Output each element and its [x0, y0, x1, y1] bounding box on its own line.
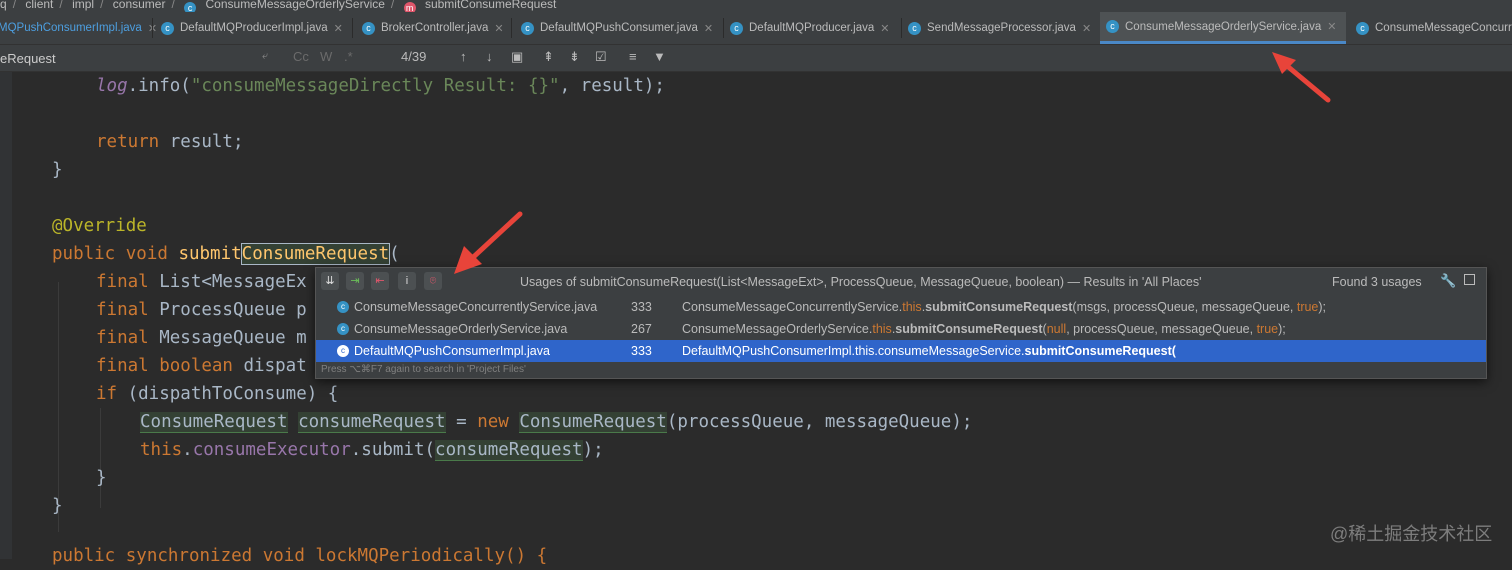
search-input[interactable] [0, 45, 290, 71]
close-icon[interactable]: ✕ [1327, 20, 1336, 33]
class-icon: c [521, 21, 534, 35]
tab-consumemessageconcurrently[interactable]: c ConsumeMessageConcurr [1350, 12, 1512, 44]
breadcrumb-item[interactable]: client [25, 0, 53, 11]
annotation-arrow [454, 211, 523, 274]
popup-hint: Press ⌥⌘F7 again to search in 'Project F… [321, 364, 526, 375]
show-read-access-icon[interactable]: ⇥ [346, 272, 364, 290]
class-icon: c [908, 21, 921, 35]
class-icon: c [1356, 21, 1369, 35]
breadcrumb-item[interactable]: consumer [113, 0, 166, 11]
watermark: @稀土掘金技术社区 [1330, 524, 1493, 544]
class-icon: c [161, 21, 174, 35]
code-line: @Override [52, 216, 147, 236]
tab-label: DefaultMQProducer.java [749, 22, 875, 34]
code-line: if (dispathToConsume) { [96, 384, 339, 404]
close-icon[interactable]: ✕ [704, 22, 713, 35]
tab-defaultmqproducerimpl[interactable]: c DefaultMQProducerImpl.java ✕ [155, 12, 355, 44]
tab-label: DefaultMQProducerImpl.java [180, 22, 328, 34]
show-filter-popup-icon[interactable]: ≡ [629, 49, 637, 64]
tab-label: ConsumeMessageOrderlyService.java [1125, 20, 1322, 33]
usage-file: ConsumeMessageOrderlyService.java [354, 322, 568, 336]
popup-title: Usages of submitConsumeRequest(List<Mess… [520, 275, 1202, 289]
code-line: final ProcessQueue p [96, 300, 307, 320]
usage-row[interactable]: c ConsumeMessageOrderlyService.java 267 … [316, 318, 1486, 340]
tab-label: DefaultMQPushConsumer.java [540, 22, 698, 34]
usage-line-number: 267 [631, 322, 652, 336]
breadcrumb: q / client / impl / consumer / c ConsumeMess… [0, 0, 1512, 12]
usage-line-number: 333 [631, 344, 652, 358]
search-history-icon[interactable]: ⤶ [262, 50, 268, 63]
tab-mqpushconsumerimpl[interactable]: MQPushConsumerImpl.java✕ [0, 12, 157, 44]
tab-sendmessageprocessor[interactable]: c SendMessageProcessor.java ✕ [902, 12, 1098, 44]
code-line: } [96, 468, 107, 488]
breadcrumb-item[interactable]: impl [72, 0, 94, 11]
regex-toggle[interactable]: .* [344, 49, 353, 64]
breadcrumb-item[interactable]: ConsumeMessageOrderlyService [206, 0, 385, 11]
open-in-tool-window-icon[interactable] [1464, 274, 1475, 285]
class-icon: c [730, 21, 743, 35]
match-case-toggle[interactable]: Cc [293, 49, 309, 64]
close-icon[interactable]: ✕ [334, 22, 343, 35]
usage-snippet: ConsumeMessageOrderlyService.this.submit… [682, 322, 1286, 336]
select-all-icon[interactable]: ☑ [595, 49, 607, 65]
breadcrumb-item[interactable]: q [0, 0, 7, 11]
code-line: final boolean dispat [96, 356, 307, 376]
class-icon: c [337, 323, 349, 335]
code-line: final List<MessageEx [96, 272, 307, 292]
code-line: } [52, 160, 63, 180]
code-line: public void submitConsumeRequest( [52, 243, 400, 265]
add-occurrence-icon[interactable]: ⇞ [543, 49, 554, 65]
tab-brokercontroller[interactable]: c BrokerController.java ✕ [356, 12, 512, 44]
show-import-statements-icon[interactable]: i [398, 272, 416, 290]
tab-label: BrokerController.java [381, 22, 489, 34]
usage-row[interactable]: c ConsumeMessageConcurrentlyService.java… [316, 296, 1486, 318]
code-line: this.consumeExecutor.submit(consumeReque… [140, 440, 604, 461]
tab-consumemessageorderlyservice[interactable]: c ConsumeMessageOrderlyService.java ✕ [1100, 12, 1346, 44]
select-all-occurrences-icon[interactable]: ▣ [511, 49, 523, 65]
usage-row-selected[interactable]: c DefaultMQPushConsumerImpl.java 333 Def… [316, 340, 1486, 362]
tab-defaultmqpushconsumer[interactable]: c DefaultMQPushConsumer.java ✕ [515, 12, 723, 44]
search-result-count: 4/39 [401, 49, 427, 64]
usage-line-number: 333 [631, 300, 652, 314]
usage-snippet: ConsumeMessageConcurrentlyService.this.s… [682, 300, 1327, 314]
close-icon[interactable]: ✕ [494, 22, 503, 35]
usage-snippet: DefaultMQPushConsumerImpl.this.consumeMe… [682, 344, 1176, 358]
code-line: log.info("consumeMessageDirectly Result:… [96, 76, 665, 96]
code-line: final MessageQueue m [96, 328, 307, 348]
previous-occurrence-icon[interactable]: ↑ [460, 49, 467, 64]
class-icon: c [1106, 20, 1119, 33]
tab-label: MQPushConsumerImpl.java [0, 22, 142, 34]
search-match-highlight: ConsumeRequest [240, 243, 391, 265]
class-icon: c [337, 345, 349, 357]
tab-label: ConsumeMessageConcurr [1375, 22, 1512, 34]
whole-words-toggle[interactable]: W [320, 49, 332, 64]
method-icon: m [403, 2, 416, 12]
code-line: return result; [96, 132, 244, 152]
show-write-access-icon[interactable]: ⇤ [371, 272, 389, 290]
close-icon[interactable]: ✕ [1082, 22, 1091, 35]
usage-file: ConsumeMessageConcurrentlyService.java [354, 300, 598, 314]
usage-file: DefaultMQPushConsumerImpl.java [354, 344, 550, 358]
close-icon[interactable]: ✕ [880, 22, 889, 35]
merge-usages-icon[interactable]: ⇊ [321, 272, 339, 290]
tab-label: SendMessageProcessor.java [927, 22, 1076, 34]
next-occurrence-icon[interactable]: ↓ [486, 49, 493, 64]
find-usages-popup: ⇊ ⇥ ⇤ i ⌾ Usages of submitConsumeRequest… [315, 267, 1487, 379]
wrench-icon[interactable]: 🔧 [1440, 273, 1456, 289]
filter-icon[interactable]: ▼ [653, 49, 666, 64]
code-line: ConsumeRequest consumeRequest = new Cons… [140, 412, 973, 433]
class-icon: c [184, 2, 197, 12]
editor-tab-bar: MQPushConsumerImpl.java✕ cDefaultMQProdu… [0, 12, 1512, 45]
tab-defaultmqproducer[interactable]: c DefaultMQProducer.java ✕ [724, 12, 902, 44]
class-icon: c [337, 301, 349, 313]
code-line: } [52, 496, 63, 516]
remove-occurrence-icon[interactable]: ⇟ [569, 49, 580, 65]
code-line: public synchronized void lockMQPeriodica… [52, 546, 548, 566]
annotation-arrow [1272, 52, 1331, 103]
usages-count: Found 3 usages [1332, 275, 1422, 289]
class-icon: c [362, 21, 375, 35]
breadcrumb-item[interactable]: submitConsumeRequest [425, 0, 556, 11]
